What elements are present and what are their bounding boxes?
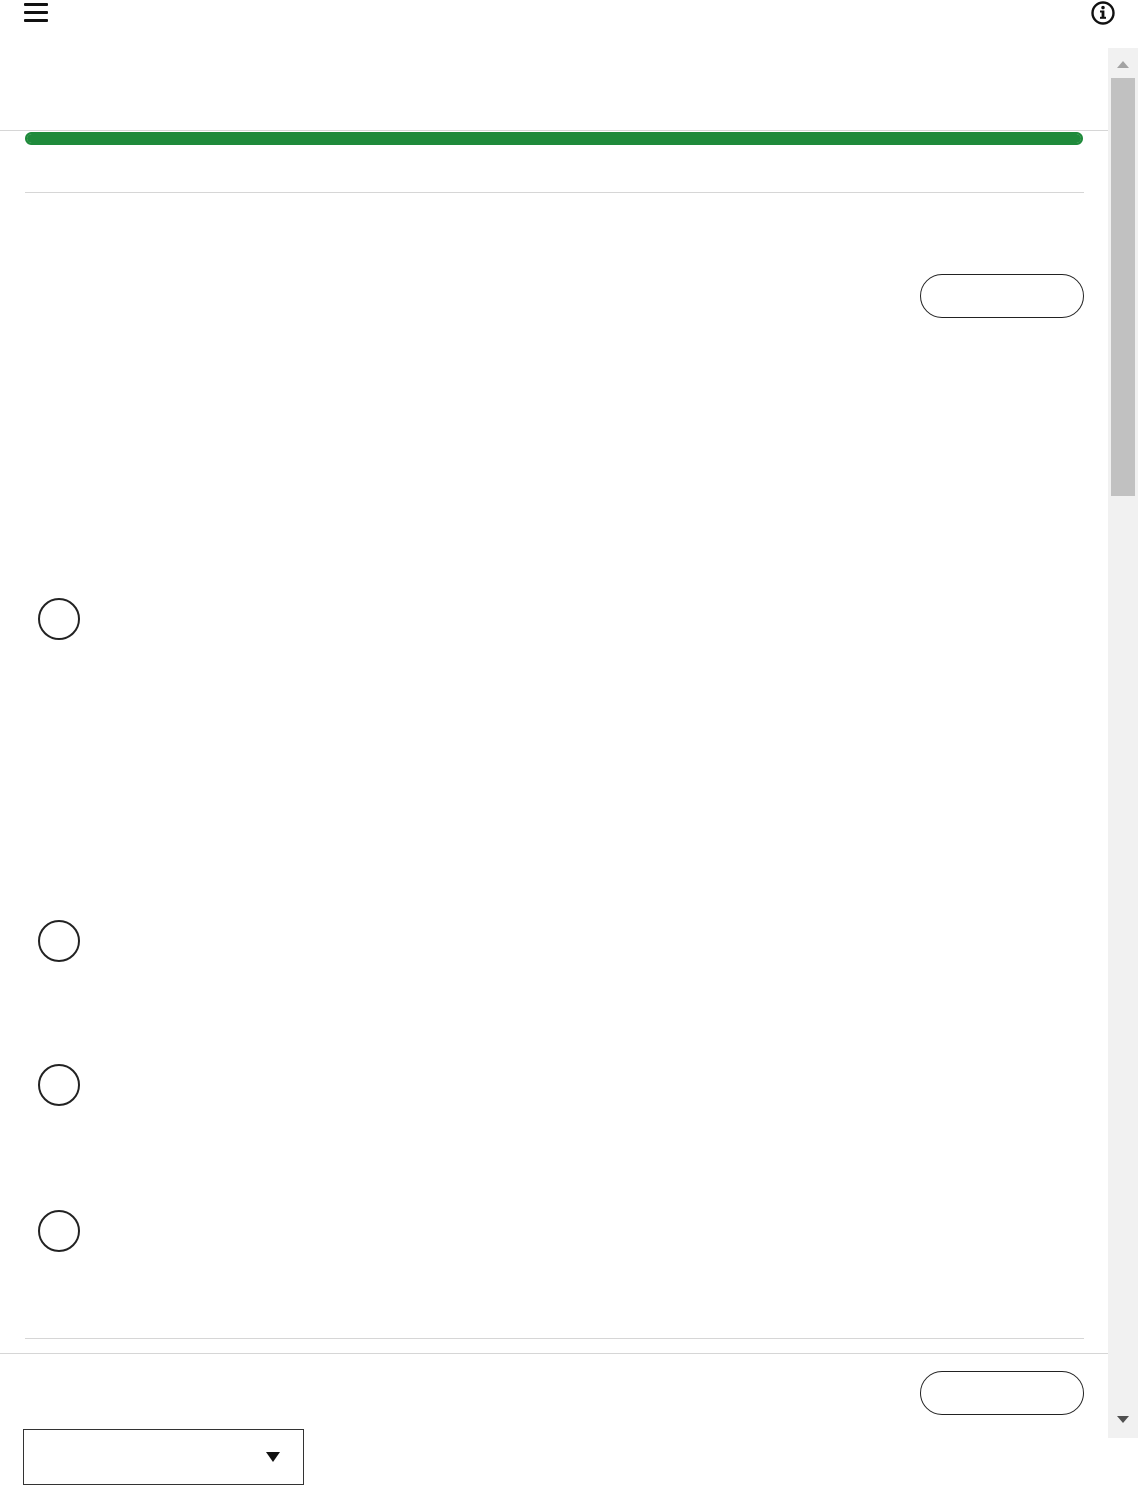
caret-down-icon bbox=[266, 1452, 280, 1462]
radio-option-3[interactable] bbox=[38, 1064, 80, 1106]
info-icon[interactable] bbox=[1090, 0, 1116, 26]
scroll-down-arrow-icon[interactable] bbox=[1108, 1412, 1138, 1428]
progress-bar bbox=[25, 132, 1083, 145]
top-action-button[interactable] bbox=[920, 274, 1084, 318]
options-end-divider bbox=[25, 1338, 1084, 1339]
header-divider bbox=[0, 130, 1108, 131]
scroll-up-arrow-icon[interactable] bbox=[1108, 56, 1138, 72]
progress-fill bbox=[27, 134, 1081, 143]
radio-option-1[interactable] bbox=[38, 598, 80, 640]
footer-divider bbox=[0, 1353, 1108, 1354]
survey-page bbox=[0, 0, 1139, 1486]
radio-option-4[interactable] bbox=[38, 1210, 80, 1252]
language-dropdown[interactable] bbox=[23, 1429, 304, 1485]
radio-option-2[interactable] bbox=[38, 920, 80, 962]
section-divider bbox=[25, 192, 1084, 193]
bottom-action-button[interactable] bbox=[920, 1371, 1084, 1415]
hamburger-menu-icon[interactable] bbox=[24, 1, 48, 23]
scrollbar-thumb[interactable] bbox=[1111, 78, 1135, 496]
vertical-scrollbar[interactable] bbox=[1108, 48, 1138, 1438]
